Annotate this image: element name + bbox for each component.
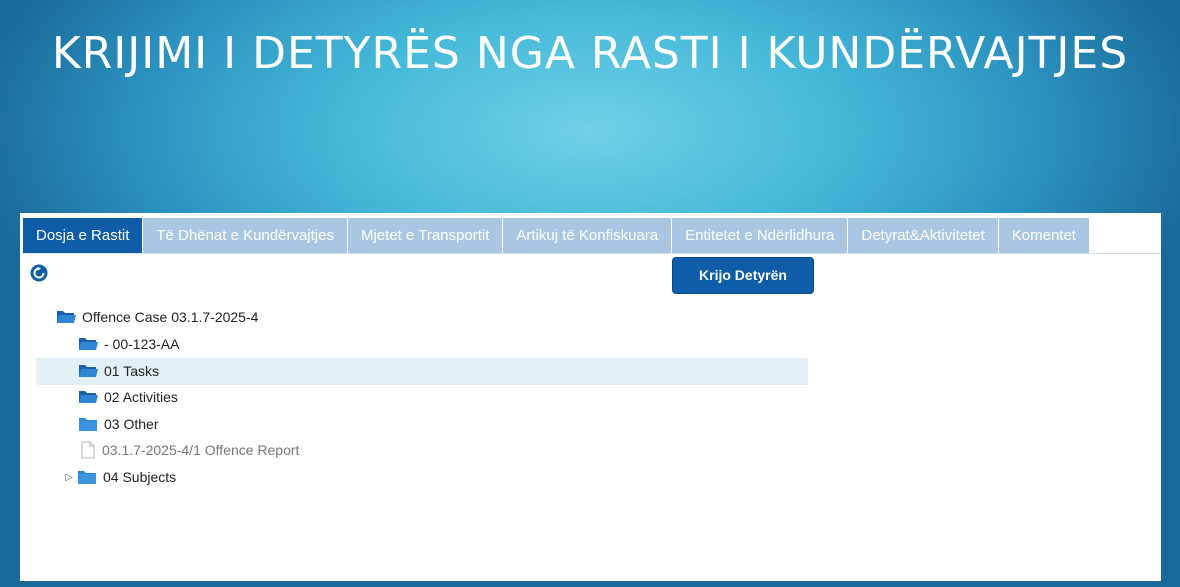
folder-open-icon [79, 391, 98, 403]
folder-open-icon [79, 338, 98, 350]
tree-item-label: 03 Other [104, 416, 159, 432]
folder-open-icon [79, 365, 98, 377]
tree-item-04-subjects[interactable]: ▷ 04 Subjects [64, 464, 176, 490]
folder-open-icon [57, 311, 76, 323]
tree-item-offence-report[interactable]: 03.1.7-2025-4/1 Offence Report [78, 437, 299, 463]
case-tree: Offence Case 03.1.7-2025-4 - 00-123-AA 0… [20, 213, 1161, 581]
tree-root[interactable]: Offence Case 03.1.7-2025-4 [56, 304, 258, 330]
tree-item-label: 04 Subjects [103, 469, 177, 485]
tree-root-label: Offence Case 03.1.7-2025-4 [82, 309, 259, 325]
tree-item-label: - 00-123-AA [104, 336, 180, 352]
document-icon [81, 441, 95, 459]
tree-item-03-other[interactable]: 03 Other [78, 411, 158, 437]
tree-item-02-activities[interactable]: 02 Activities [78, 384, 178, 410]
tree-item-label: 02 Activities [104, 389, 178, 405]
tree-item-00-123-aa[interactable]: - 00-123-AA [78, 331, 179, 357]
tree-item-01-tasks[interactable]: 01 Tasks [78, 358, 159, 384]
folder-icon [78, 471, 96, 484]
case-panel: Dosja e Rastit Të Dhënat e Kundërvajtjes… [20, 213, 1161, 581]
tree-item-label: 01 Tasks [104, 363, 159, 379]
tree-item-label: 03.1.7-2025-4/1 Offence Report [102, 442, 300, 458]
slide-title: KRIJIMI I DETYRËS NGA RASTI I KUNDËRVAJT… [51, 28, 1129, 79]
expand-arrow-icon[interactable]: ▷ [64, 472, 74, 483]
folder-icon [79, 418, 97, 431]
